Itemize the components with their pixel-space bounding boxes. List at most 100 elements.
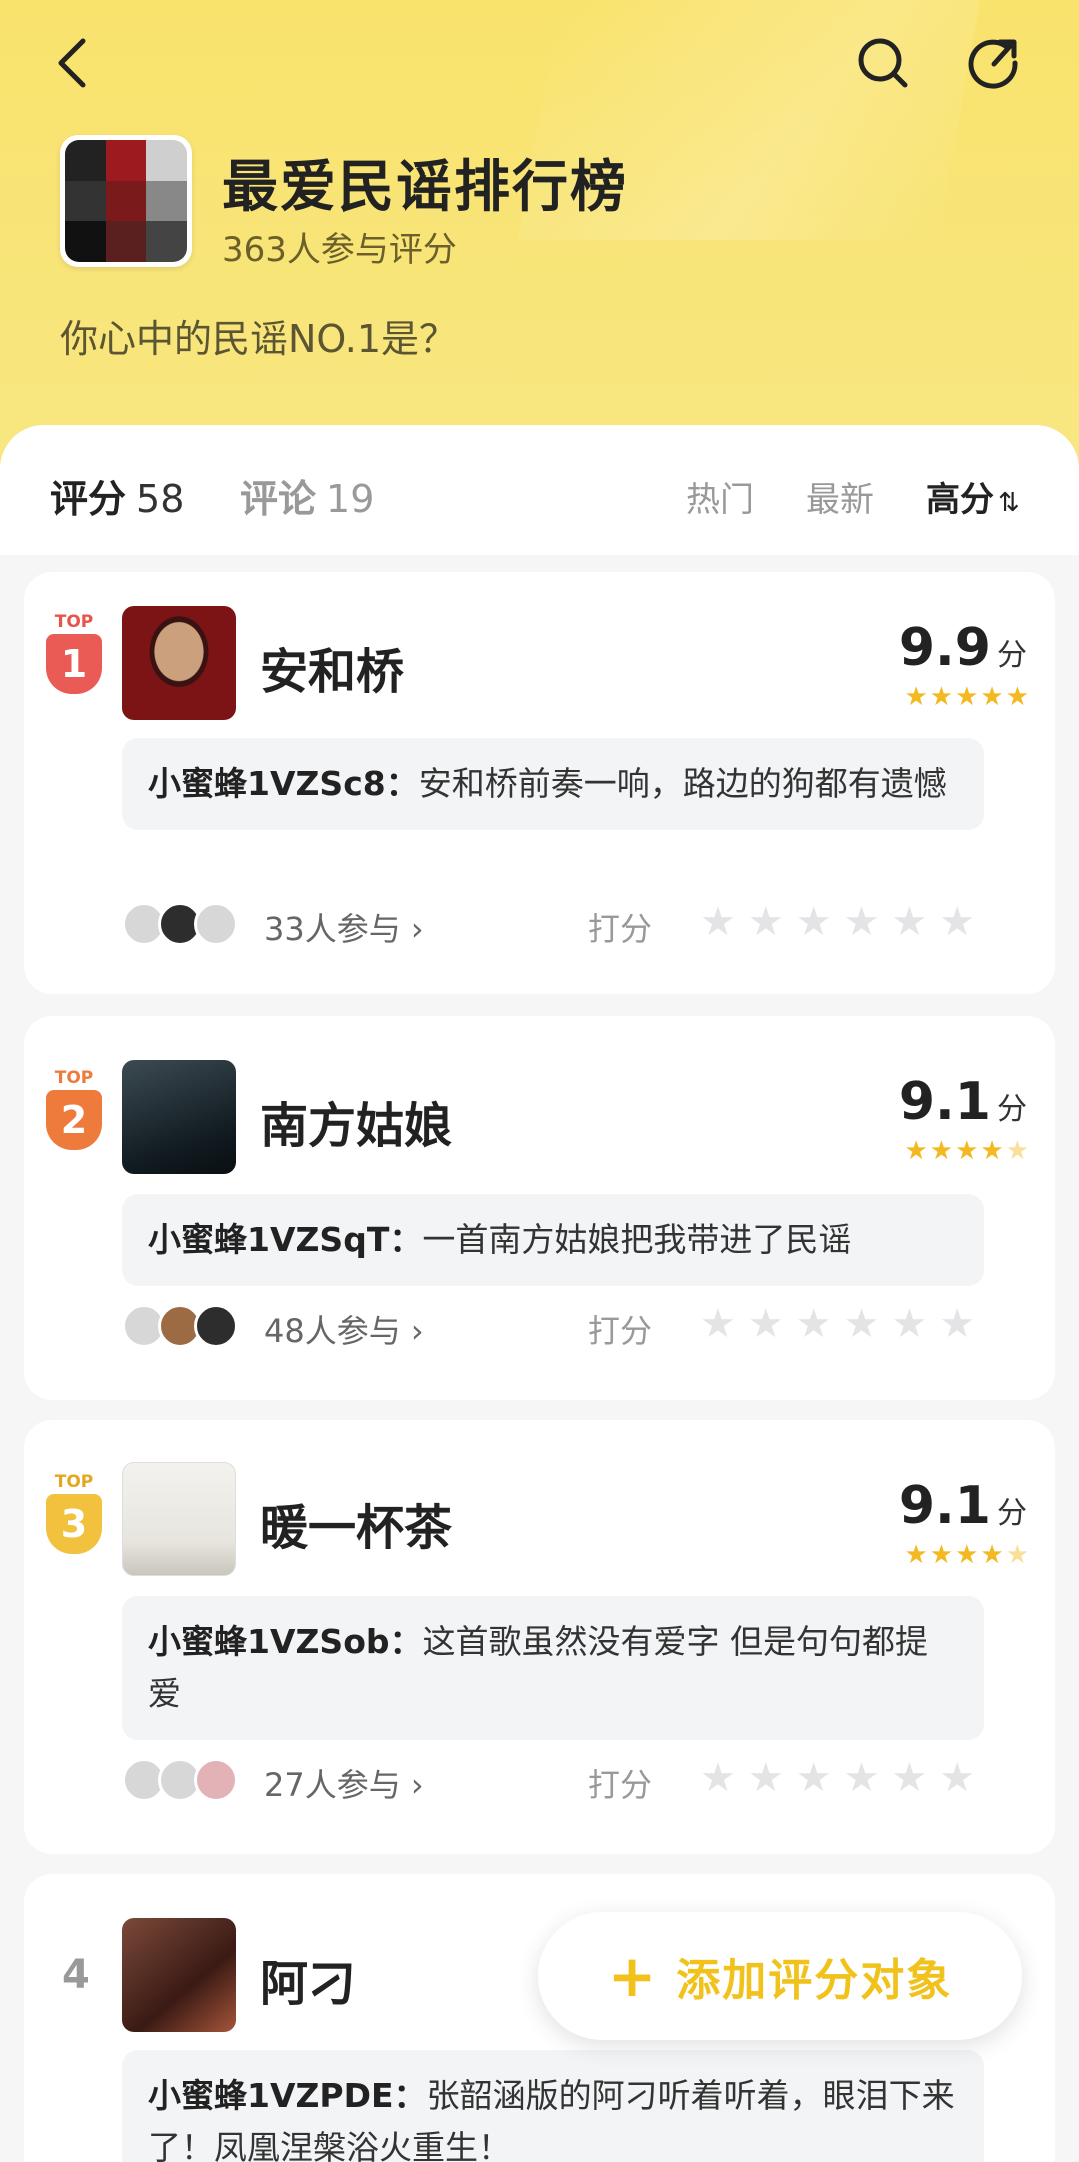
star-icon: ★ [1005, 682, 1029, 712]
participant-avatars[interactable] [122, 1304, 238, 1348]
song-cover[interactable] [122, 1060, 236, 1174]
star-icon[interactable]: ★ [796, 1304, 832, 1344]
star-icon: ★ [980, 1540, 1004, 1570]
rank-number: 1 [46, 634, 102, 694]
star-icon[interactable]: ★ [891, 902, 927, 942]
tab-comment-count: 19 [326, 477, 375, 521]
song-cover[interactable] [122, 1918, 236, 2032]
star-icon[interactable]: ★ [844, 1304, 880, 1344]
song-title[interactable]: 阿刁 [260, 1944, 356, 2014]
star-icon[interactable]: ★ [939, 1304, 975, 1344]
star-icon[interactable]: ★ [748, 902, 784, 942]
star-icon[interactable]: ★ [796, 1758, 832, 1798]
star-icon[interactable]: ★ [844, 902, 880, 942]
star-icon[interactable]: ★ [891, 1304, 927, 1344]
star-icon[interactable]: ★ [700, 1304, 736, 1344]
sort-new[interactable]: 最新 [806, 472, 874, 521]
rank-badge-1: TOP 1 [44, 612, 104, 702]
score-value: 9.1 [898, 1476, 991, 1536]
star-icon[interactable]: ★ [939, 1758, 975, 1798]
star-icon: ★ [980, 1136, 1004, 1166]
star-icon[interactable]: ★ [748, 1758, 784, 1798]
star-icon: ★ [1005, 1540, 1029, 1570]
song-cover[interactable] [122, 606, 236, 720]
back-arrow-icon [58, 38, 86, 88]
participant-avatars[interactable] [122, 902, 238, 946]
song-title[interactable]: 南方姑娘 [260, 1086, 452, 1156]
score-value: 9.9 [898, 618, 991, 678]
avatar [194, 1304, 238, 1348]
top-label: TOP [54, 1068, 94, 1088]
star-icon: ★ [955, 682, 979, 712]
participants-link[interactable]: 33人参与 › [264, 904, 424, 950]
star-icon: ★ [955, 1136, 979, 1166]
avatar [194, 1758, 238, 1802]
rate-stars[interactable]: ★ ★ ★ ★ ★ ★ [700, 902, 975, 942]
participants-link[interactable]: 27人参与 › [264, 1760, 424, 1806]
share-button[interactable] [958, 28, 1028, 98]
rate-stars[interactable]: ★ ★ ★ ★ ★ ★ [700, 1304, 975, 1344]
score-unit: 分 [997, 1496, 1027, 1531]
rank-number: 2 [46, 1090, 102, 1150]
commenter-name: 小蜜蜂1VZSc8： [148, 764, 419, 803]
sort-high[interactable]: 高分 ⇅ [926, 472, 1020, 521]
tab-comment-label: 评论 [240, 477, 317, 521]
score: 9.1 分 [899, 1476, 1027, 1536]
search-icon [858, 38, 908, 88]
commenter-name: 小蜜蜂1VZSob： [148, 1622, 423, 1661]
star-icon[interactable]: ★ [891, 1758, 927, 1798]
star-icon: ★ [904, 1136, 928, 1166]
top-label: TOP [54, 612, 94, 632]
rank-number: 3 [46, 1494, 102, 1554]
star-icon[interactable]: ★ [700, 902, 736, 942]
commenter-name: 小蜜蜂1VZPDE： [148, 2076, 427, 2115]
participant-avatars[interactable] [122, 1758, 238, 1802]
tab-rating[interactable]: 评分 58 [50, 468, 184, 523]
back-button[interactable] [38, 28, 108, 98]
list-subtitle: 你心中的民谣NO.1是？ [60, 317, 458, 361]
star-icon: ★ [929, 682, 954, 712]
star-icon[interactable]: ★ [748, 1304, 784, 1344]
search-button[interactable] [848, 28, 918, 98]
star-icon: ★ [1005, 1136, 1029, 1166]
comment-text: 安和桥前奏一响，路边的狗都有遗憾 [418, 764, 947, 803]
song-cover[interactable] [122, 1462, 236, 1576]
avatar [194, 902, 238, 946]
commenter-name: 小蜜蜂1VZSqT： [148, 1220, 423, 1259]
top-comment[interactable]: 小蜜蜂1VZSqT：一首南方姑娘把我带进了民谣 [122, 1194, 984, 1286]
rate-stars[interactable]: ★ ★ ★ ★ ★ ★ [700, 1758, 975, 1798]
top-comment[interactable]: 小蜜蜂1VZPDE：张韶涵版的阿刁听着听着，眼泪下来了！凤凰涅槃浴火重生！ [122, 2050, 984, 2162]
top-label: TOP [54, 1472, 94, 1492]
tab-comment[interactable]: 评论 19 [240, 468, 374, 523]
sort-hot[interactable]: 热门 [686, 472, 754, 521]
tab-rating-count: 58 [136, 477, 185, 521]
participant-count: 363人参与评分 [222, 230, 457, 270]
song-title[interactable]: 暖一杯茶 [260, 1488, 452, 1558]
comment-text: 一首南方姑娘把我带进了民谣 [422, 1220, 852, 1259]
add-rating-target-label: 添加评分对象 [676, 1955, 953, 2006]
star-icon[interactable]: ★ [700, 1758, 736, 1798]
score: 9.1 分 [899, 1072, 1027, 1132]
page-title: 最爱民谣排行榜 [222, 155, 628, 220]
star-icon: ★ [904, 1540, 928, 1570]
score-unit: 分 [997, 1092, 1027, 1127]
add-rating-target-button[interactable]: + 添加评分对象 [538, 1912, 1022, 2040]
score-stars: ★ ★ ★ ★ ★ [904, 1138, 1029, 1164]
sort-toggle-icon: ⇅ [998, 488, 1020, 518]
rate-label: 打分 [588, 1312, 653, 1350]
sort-high-label: 高分 [926, 480, 994, 520]
star-icon[interactable]: ★ [796, 902, 832, 942]
song-title[interactable]: 安和桥 [260, 632, 404, 702]
rank-badge-2: TOP 2 [44, 1068, 104, 1158]
star-icon[interactable]: ★ [844, 1758, 880, 1798]
top-comment[interactable]: 小蜜蜂1VZSc8：安和桥前奏一响，路边的狗都有遗憾 [122, 738, 984, 830]
list-cover-image [60, 135, 192, 267]
star-icon[interactable]: ★ [939, 902, 975, 942]
star-icon: ★ [929, 1136, 954, 1166]
star-icon: ★ [980, 682, 1004, 712]
score-stars: ★ ★ ★ ★ ★ [904, 684, 1029, 710]
star-icon: ★ [929, 1540, 954, 1570]
star-icon: ★ [904, 682, 928, 712]
participants-link[interactable]: 48人参与 › [264, 1306, 424, 1352]
top-comment[interactable]: 小蜜蜂1VZSob：这首歌虽然没有爱字 但是句句都提爱 [122, 1596, 984, 1740]
